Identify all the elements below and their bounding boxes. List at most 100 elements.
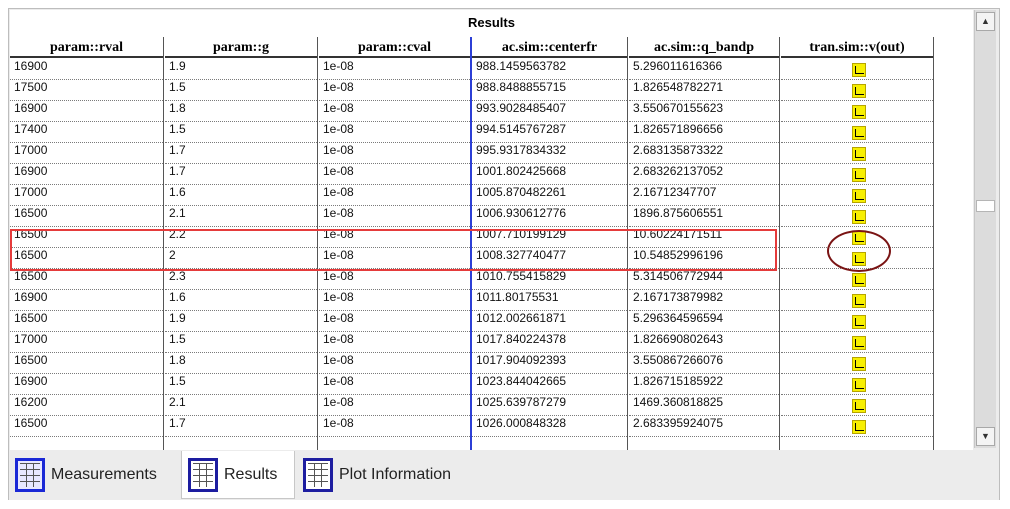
table-cell: 1.7: [165, 416, 317, 437]
table-cell: 2.167173879982: [629, 290, 779, 311]
table-cell: 2.3: [165, 269, 317, 290]
column-header-q-bandp[interactable]: ac.sim::q_bandp: [629, 37, 779, 58]
table-cell: 1023.844042665: [472, 374, 627, 395]
column-header-v-out[interactable]: tran.sim::v(out): [781, 37, 933, 58]
table-cell: 1001.802425668: [472, 164, 627, 185]
scroll-up-button[interactable]: ▲: [976, 12, 995, 31]
table-row[interactable]: 16500 1.7 1e-08 1026.000848328 2.68339592407…: [10, 416, 973, 437]
table-row[interactable]: 16900 1.7 1e-08 1001.802425668 2.68326213705…: [10, 164, 973, 185]
table-row[interactable]: 17000 1.6 1e-08 1005.870482261 2.16712347707: [10, 185, 973, 206]
waveform-icon[interactable]: [852, 105, 866, 119]
table-cell: 1.8: [165, 101, 317, 122]
table-cell: 16900: [10, 59, 163, 80]
table-cell: 1e-08: [319, 59, 470, 80]
table-cell: 5.314506772944: [629, 269, 779, 290]
table-cell: 1e-08: [319, 416, 470, 437]
table-icon: [303, 458, 333, 492]
table-row[interactable]: 17400 1.5 1e-08 994.5145767287 1.82657189665…: [10, 122, 973, 143]
table-cell: 1e-08: [319, 80, 470, 101]
table-cell: 2.16712347707: [629, 185, 779, 206]
table-cell: 1e-08: [319, 332, 470, 353]
vertical-scrollbar[interactable]: ▲ ▼: [974, 10, 996, 448]
table-cell: 17000: [10, 332, 163, 353]
table-cell: 1.9: [165, 311, 317, 332]
waveform-icon[interactable]: [852, 63, 866, 77]
table-cell: 2.683262137052: [629, 164, 779, 185]
table-title: Results: [468, 15, 515, 30]
column-header-centerfr[interactable]: ac.sim::centerfr: [472, 37, 627, 58]
table-cell: 2.683395924075: [629, 416, 779, 437]
table-cell: 1.7: [165, 164, 317, 185]
table-row[interactable]: 17500 1.5 1e-08 988.8488855715 1.82654878227…: [10, 80, 973, 101]
table-cell: 16900: [10, 290, 163, 311]
waveform-icon[interactable]: [852, 168, 866, 182]
column-divider: [779, 37, 780, 450]
table-cell: 1469.360818825: [629, 395, 779, 416]
table-row[interactable]: 17000 1.7 1e-08 995.9317834332 2.68313587332…: [10, 143, 973, 164]
column-header-rval[interactable]: param::rval: [10, 37, 163, 58]
tab-bar: Measurements Results Plot Information: [9, 450, 999, 500]
table-row[interactable]: 16500 1.8 1e-08 1017.904092393 3.55086726607…: [10, 353, 973, 374]
table-cell: 3.550867266076: [629, 353, 779, 374]
table-cell: [781, 122, 933, 143]
results-window: Results param::rval param::g param::cval…: [8, 8, 1000, 500]
table-row[interactable]: 16500 2.3 1e-08 1010.755415829 5.31450677294…: [10, 269, 973, 290]
tab-measurements-label: Measurements: [51, 466, 157, 483]
table-cell: 17400: [10, 122, 163, 143]
table-cell: 1.826715185922: [629, 374, 779, 395]
table-cell: 1e-08: [319, 395, 470, 416]
table-cell: 16500: [10, 269, 163, 290]
table-cell: 1025.639787279: [472, 395, 627, 416]
table-row[interactable]: 16900 1.5 1e-08 1023.844042665 1.82671518592…: [10, 374, 973, 395]
table-row[interactable]: 16200 2.1 1e-08 1025.639787279 1469.36081882…: [10, 395, 973, 416]
table-row[interactable]: 16900 1.6 1e-08 1011.80175531 2.167173879982: [10, 290, 973, 311]
waveform-icon[interactable]: [852, 147, 866, 161]
waveform-icon[interactable]: [852, 210, 866, 224]
tab-results[interactable]: Results: [181, 451, 295, 499]
table-cell: 1e-08: [319, 122, 470, 143]
table-cell: 988.1459563782: [472, 59, 627, 80]
column-header-g[interactable]: param::g: [165, 37, 317, 58]
column-header-cval[interactable]: param::cval: [319, 37, 470, 58]
table-cell: 988.8488855715: [472, 80, 627, 101]
table-cell: 17500: [10, 80, 163, 101]
table-cell: 1011.80175531: [472, 290, 627, 311]
waveform-icon[interactable]: [852, 84, 866, 98]
table-row[interactable]: 16500 2.1 1e-08 1006.930612776 1896.87560655…: [10, 206, 973, 227]
table-cell: 1e-08: [319, 311, 470, 332]
waveform-icon[interactable]: [852, 126, 866, 140]
table-row[interactable]: 17000 1.5 1e-08 1017.840224378 1.82669080264…: [10, 332, 973, 353]
table-cell: 1.7: [165, 143, 317, 164]
scroll-down-button[interactable]: ▼: [976, 427, 995, 446]
scroll-thumb[interactable]: [976, 200, 995, 212]
tab-plot-information[interactable]: Plot Information: [297, 451, 487, 499]
tab-measurements[interactable]: Measurements: [9, 451, 179, 499]
waveform-icon[interactable]: [852, 336, 866, 350]
table-cell: 993.9028485407: [472, 101, 627, 122]
tab-results-label: Results: [224, 465, 278, 483]
waveform-icon[interactable]: [852, 189, 866, 203]
table-icon: [188, 457, 218, 492]
table-cell: 1e-08: [319, 206, 470, 227]
waveform-icon[interactable]: [852, 294, 866, 308]
table-cell: 1e-08: [319, 290, 470, 311]
table-cell: [781, 290, 933, 311]
tab-plot-information-label: Plot Information: [339, 466, 452, 483]
waveform-icon[interactable]: [852, 420, 866, 434]
table-cell: 16500: [10, 416, 163, 437]
table-row[interactable]: 16900 1.8 1e-08 993.9028485407 3.55067015562…: [10, 101, 973, 122]
waveform-icon[interactable]: [852, 399, 866, 413]
waveform-icon[interactable]: [852, 378, 866, 392]
waveform-icon[interactable]: [852, 357, 866, 371]
waveform-icon[interactable]: [852, 273, 866, 287]
table-row[interactable]: 16900 1.9 1e-08 988.1459563782 5.29601161636…: [10, 59, 973, 80]
table-row[interactable]: 16500 1.9 1e-08 1012.002661871 5.29636459659…: [10, 311, 973, 332]
table-cell: 2.1: [165, 395, 317, 416]
table-cell: [781, 59, 933, 80]
table-cell: 1.5: [165, 374, 317, 395]
table-cell: 1026.000848328: [472, 416, 627, 437]
column-divider: [933, 37, 934, 450]
header-row: param::rval param::g param::cval ac.sim:…: [10, 37, 973, 58]
waveform-icon[interactable]: [852, 315, 866, 329]
table-cell: [781, 80, 933, 101]
